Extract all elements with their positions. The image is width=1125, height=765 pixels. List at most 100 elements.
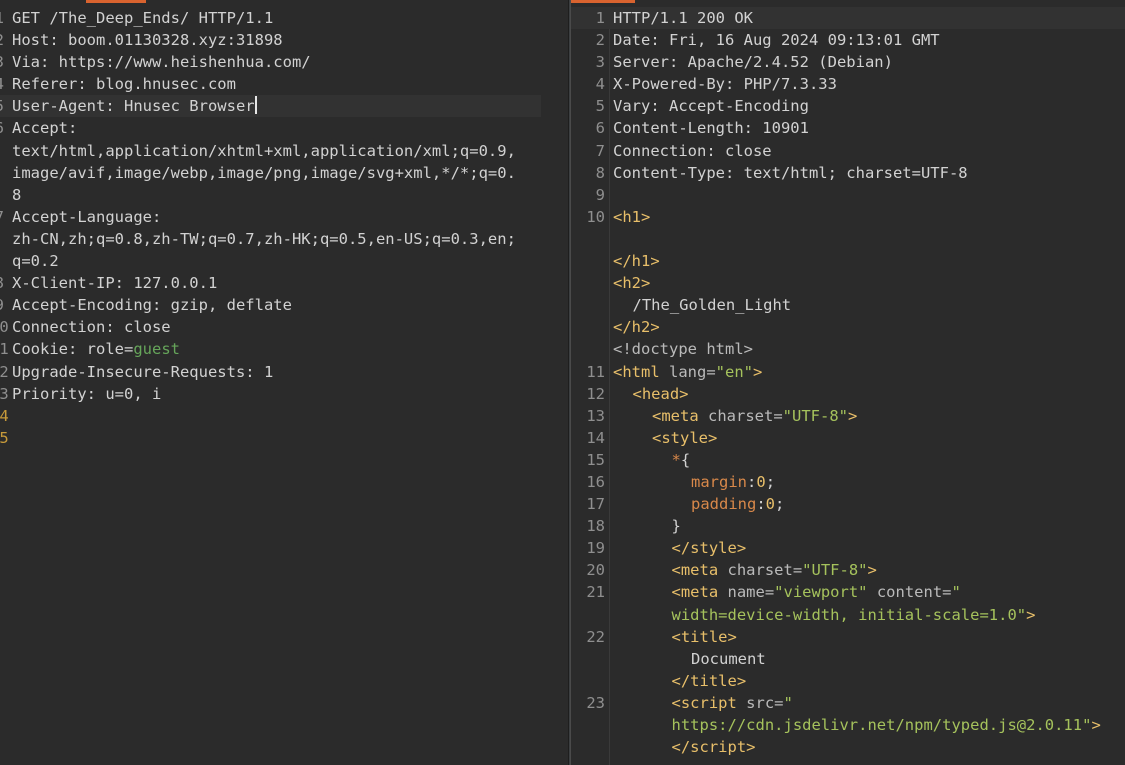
attr-value: width=device-width, initial-scale=1.0": [671, 605, 1027, 624]
attr-value: "en": [715, 362, 753, 381]
request-editor[interactable]: 1 GET /The_Deep_Ends/ HTTP/1.1 2 Host: boom…: [0, 7, 568, 765]
response-line-text: Connection: close: [613, 140, 1125, 162]
request-line[interactable]: 2 Host: boom.01130328.xyz:31898: [0, 29, 568, 51]
response-line[interactable]: 15 *{: [571, 449, 1125, 471]
response-line[interactable]: 8 Content-Type: text/html; charset=UTF-8: [571, 162, 1125, 184]
attr-name: content=: [867, 583, 952, 602]
response-line[interactable]: /The_Golden_Light: [571, 294, 1125, 316]
response-line[interactable]: https://cdn.jsdelivr.net/npm/typed.js@2.…: [571, 714, 1125, 736]
request-line[interactable]: 4 Referer: blog.hnusec.com: [0, 73, 568, 95]
request-line[interactable]: 15: [0, 427, 568, 449]
css-property: padding: [691, 495, 757, 514]
request-line-text: Accept-Language:: [12, 206, 568, 228]
response-line[interactable]: 19 </style>: [571, 537, 1125, 559]
request-line[interactable]: 7 Accept-Language:: [0, 206, 568, 228]
response-line[interactable]: <h2>: [571, 272, 1125, 294]
response-line-text: <script src=": [613, 692, 1125, 714]
request-line[interactable]: 1 GET /The_Deep_Ends/ HTTP/1.1: [0, 7, 568, 29]
request-line[interactable]: 3 Via: https://www.heishenhua.com/: [0, 51, 568, 73]
response-line-text: width=device-width, initial-scale=1.0">: [613, 604, 1125, 626]
line-number: 23: [586, 693, 605, 712]
request-line[interactable]: 12Upgrade-Insecure-Requests: 1: [0, 361, 568, 383]
request-line-text: X-Client-IP: 127.0.0.1: [12, 272, 568, 294]
response-line[interactable]: 2 Date: Fri, 16 Aug 2024 09:13:01 GMT: [571, 29, 1125, 51]
line-number: 12: [586, 384, 605, 403]
response-line[interactable]: 9: [571, 184, 1125, 206]
line-content: Via: https://www.heishenhua.com/: [12, 53, 311, 72]
tag-open: <: [671, 693, 681, 712]
request-line[interactable]: 8 X-Client-IP: 127.0.0.1: [0, 272, 568, 294]
response-line[interactable]: 12 <head>: [571, 383, 1125, 405]
response-line[interactable]: 5 Vary: Accept-Encoding: [571, 95, 1125, 117]
response-line[interactable]: 17 padding:0;: [571, 493, 1125, 515]
request-line[interactable]: 13Priority: u=0, i: [0, 383, 568, 405]
tag-open: </: [613, 252, 632, 271]
response-line[interactable]: 18}: [571, 515, 1125, 537]
response-line[interactable]: Document: [571, 648, 1125, 670]
response-line-text: margin:0;: [613, 471, 1125, 493]
request-line[interactable]: 10Connection: close: [0, 316, 568, 338]
tag-name: title: [690, 671, 737, 690]
request-line-text: Via: https://www.heishenhua.com/: [12, 51, 568, 73]
response-line[interactable]: 13 <meta charset="UTF-8">: [571, 405, 1125, 427]
line-number: 13: [0, 384, 9, 403]
response-line[interactable]: 6 Content-Length: 10901: [571, 117, 1125, 139]
request-line-text: Cookie: role=guest: [12, 338, 568, 360]
request-line-text: Accept:: [12, 117, 568, 139]
request-line[interactable]: 14: [0, 405, 568, 427]
request-line-text: text/html,application/xhtml+xml,applicat…: [12, 140, 568, 162]
response-line[interactable]: 7 Connection: close: [571, 140, 1125, 162]
tag-name: html: [622, 362, 660, 381]
tag-close: >: [746, 738, 756, 757]
response-line[interactable]: 14 <style>: [571, 427, 1125, 449]
response-line[interactable]: 16 margin:0;: [571, 471, 1125, 493]
request-line-text: Connection: close: [12, 316, 568, 338]
line-number: 8: [595, 163, 605, 182]
line-number: 10: [0, 318, 9, 337]
request-line[interactable]: 11Cookie: role=guest: [0, 338, 568, 360]
request-line[interactable]: text/html,application/xhtml+xml,applicat…: [0, 140, 568, 162]
response-line[interactable]: 11 <html lang="en">: [571, 361, 1125, 383]
line-number: 18: [586, 517, 605, 536]
response-line-text: </script>: [613, 736, 1125, 758]
response-line[interactable]: </h2>: [571, 316, 1125, 338]
request-line[interactable]: 6 Accept:: [0, 117, 568, 139]
response-line-text: padding:0;: [613, 493, 1125, 515]
tag-close: >: [727, 627, 737, 646]
request-line[interactable]: 9 Accept-Encoding: gzip, deflate: [0, 294, 568, 316]
response-line[interactable]: 23 <script src=": [571, 692, 1125, 714]
response-pane[interactable]: 1 HTTP/1.1 200 OK 2 Date: Fri, 16 Aug 2024 …: [571, 0, 1125, 765]
line-number: 21: [586, 583, 605, 602]
response-line[interactable]: [571, 228, 1125, 250]
response-line[interactable]: 20 <meta charset="UTF-8">: [571, 559, 1125, 581]
line-content: User-Agent: Hnusec Browser: [12, 97, 255, 116]
response-line[interactable]: </h1>: [571, 250, 1125, 272]
tag-close: >: [867, 561, 877, 580]
response-tab-indicator[interactable]: [571, 0, 635, 3]
request-line[interactable]: q=0.2: [0, 250, 568, 272]
line-number: 10: [586, 207, 605, 226]
response-line[interactable]: 21 <meta name="viewport" content=": [571, 581, 1125, 603]
response-line[interactable]: 22 <title>: [571, 626, 1125, 648]
response-line[interactable]: </title>: [571, 670, 1125, 692]
line-number: 16: [586, 472, 605, 491]
request-line[interactable]: zh-CN,zh;q=0.8,zh-TW;q=0.7,zh-HK;q=0.5,e…: [0, 228, 568, 250]
request-line[interactable]: 5 User-Agent: Hnusec Browser: [0, 95, 541, 118]
request-pane[interactable]: 1 GET /The_Deep_Ends/ HTTP/1.1 2 Host: boom…: [0, 0, 568, 765]
response-line[interactable]: 4 X-Powered-By: PHP/7.3.33: [571, 73, 1125, 95]
request-line[interactable]: 8: [0, 184, 568, 206]
response-line[interactable]: <!doctype html>: [571, 338, 1125, 360]
line-number: 9: [595, 185, 605, 204]
response-line[interactable]: </script>: [571, 736, 1125, 758]
response-line[interactable]: 10 <h1>: [571, 206, 1125, 228]
request-tab-indicator[interactable]: [86, 0, 146, 3]
request-line[interactable]: image/avif,image/webp,image/png,image/sv…: [0, 162, 568, 184]
response-line[interactable]: 3 Server: Apache/2.4.52 (Debian): [571, 51, 1125, 73]
response-editor[interactable]: 1 HTTP/1.1 200 OK 2 Date: Fri, 16 Aug 2024 …: [571, 7, 1125, 765]
response-line-text: <head>: [613, 383, 1125, 405]
line-content: Priority: u=0, i: [12, 384, 162, 403]
response-line[interactable]: width=device-width, initial-scale=1.0">: [571, 604, 1125, 626]
header-text: Date: Fri, 16 Aug 2024 09:13:01 GMT: [613, 31, 940, 50]
response-line[interactable]: 1 HTTP/1.1 200 OK: [571, 7, 1125, 30]
line-number: 19: [586, 539, 605, 558]
